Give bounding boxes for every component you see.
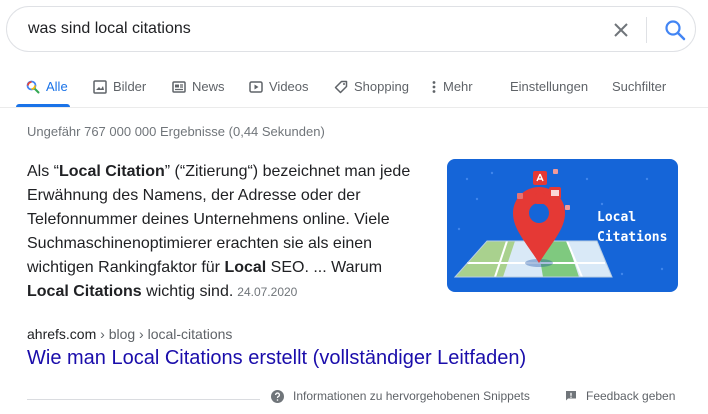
search-icon[interactable]	[663, 18, 687, 42]
footer-divider	[27, 399, 260, 400]
snippet-text: SEO. ... Warum	[266, 259, 383, 276]
thumbnail-title: Local	[597, 210, 636, 225]
tab-label: News	[192, 79, 225, 94]
tabs-divider	[0, 107, 708, 108]
tab-videos[interactable]: Videos	[249, 68, 309, 108]
result-stats: Ungefähr 767 000 000 Ergebnisse (0,44 Se…	[27, 124, 325, 139]
tag-icon	[334, 80, 348, 94]
tab-label: Shopping	[354, 79, 409, 94]
tab-news[interactable]: News	[172, 68, 225, 108]
news-icon	[172, 81, 186, 93]
snippet-info-label: Informationen zu hervorgehobenen Snippet…	[293, 389, 530, 403]
snippet-info-button[interactable]: Informationen zu hervorgehobenen Snippet…	[271, 389, 530, 403]
result-title-link[interactable]: Wie man Local Citations erstellt (vollst…	[27, 347, 526, 370]
snippet-date: 24.07.2020	[237, 285, 298, 299]
feedback-button[interactable]: Feedback geben	[565, 389, 675, 403]
help-icon	[271, 389, 284, 403]
snippet-text: wichtig sind.	[141, 283, 234, 300]
tab-mehr[interactable]: Mehr	[431, 68, 473, 108]
tab-label: Videos	[269, 79, 309, 94]
more-vert-icon	[432, 81, 436, 93]
tab-alle[interactable]: Alle	[26, 68, 68, 108]
thumbnail-title: Citations	[597, 230, 667, 245]
feedback-icon	[566, 391, 576, 401]
tab-einstellungen[interactable]: Einstellungen	[510, 68, 588, 108]
clear-icon[interactable]	[611, 20, 631, 40]
feedback-label: Feedback geben	[586, 389, 676, 403]
tab-label: Mehr	[443, 79, 473, 94]
tab-suchfilter[interactable]: Suchfilter	[612, 68, 666, 108]
snippet-highlight: Local Citations	[27, 283, 142, 300]
result-domain: ahrefs.com	[27, 326, 97, 342]
snippet-text: Als “	[27, 163, 59, 180]
tab-bilder[interactable]: Bilder	[93, 68, 146, 108]
search-divider	[646, 17, 647, 43]
featured-snippet-text: Als “Local Citation” (“Zitierung“) bezei…	[27, 160, 427, 304]
search-icon	[26, 80, 40, 94]
snippet-thumbnail[interactable]: Local Citations	[447, 159, 678, 292]
video-icon	[249, 81, 263, 93]
tab-label: Bilder	[113, 79, 147, 94]
result-url: ahrefs.com › blog › local-citations	[27, 326, 232, 342]
image-icon	[93, 80, 107, 94]
result-breadcrumb: › blog › local-citations	[96, 326, 233, 342]
tab-label: Alle	[46, 79, 68, 94]
snippet-highlight: Local Citation	[59, 163, 165, 180]
snippet-highlight: Local	[224, 259, 267, 276]
search-tabs: Alle Bilder News Videos Shopping Mehr Ei…	[0, 68, 708, 108]
tab-label: Einstellungen	[510, 79, 589, 94]
tab-label: Suchfilter	[612, 79, 667, 94]
search-box[interactable]: was sind local citations	[6, 6, 696, 52]
tab-shopping[interactable]: Shopping	[334, 68, 409, 108]
search-input[interactable]: was sind local citations	[28, 20, 191, 38]
